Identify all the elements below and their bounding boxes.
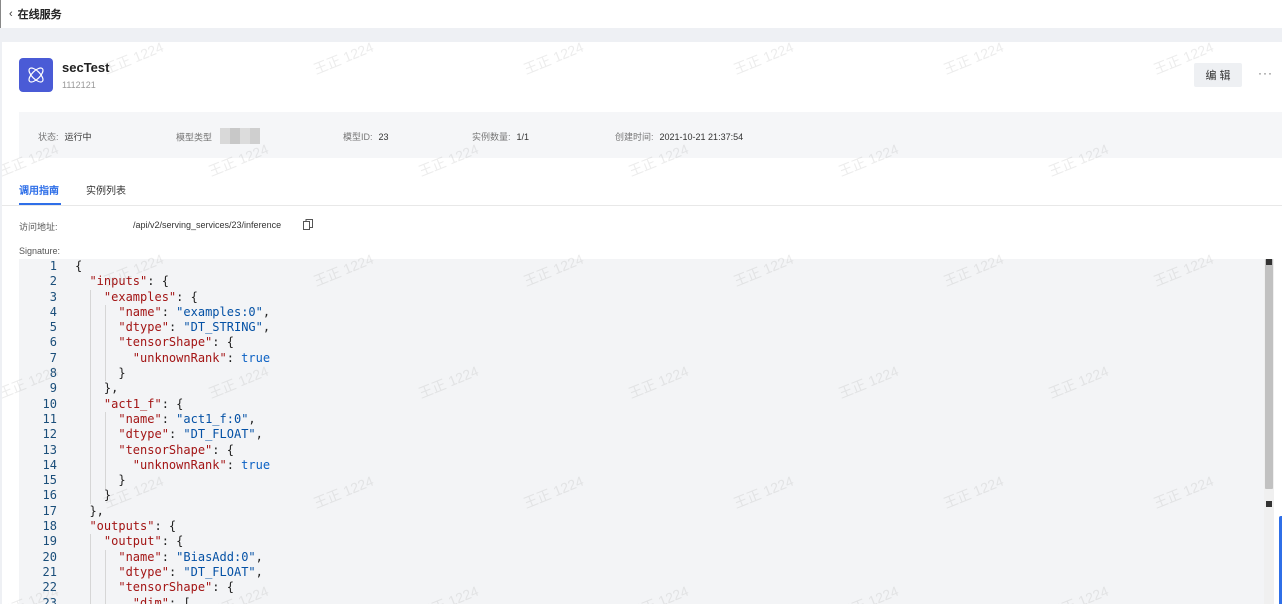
indent-guide <box>104 549 106 604</box>
line-number: 11 <box>42 411 57 426</box>
status-info: 状态: 运行中 <box>38 130 92 143</box>
line-number: 21 <box>42 564 57 579</box>
page-title: 在线服务 <box>17 9 62 21</box>
status-value: 运行中 <box>64 132 92 142</box>
back-icon[interactable]: ‹ <box>9 8 13 20</box>
code-line: "output": { <box>103 534 184 549</box>
line-number: 3 <box>49 289 57 304</box>
line-number: 16 <box>42 488 57 503</box>
more-icon[interactable]: ··· <box>1258 66 1273 80</box>
line-number: 8 <box>49 366 57 381</box>
status-label: 状态: <box>38 132 59 142</box>
model-type-label: 模型类型 <box>176 132 213 143</box>
line-number: 5 <box>49 320 57 335</box>
code-line: }, <box>75 381 119 396</box>
indent-guide <box>104 412 106 489</box>
line-number: 22 <box>42 580 57 595</box>
scrollbar-thumb[interactable] <box>1265 259 1273 489</box>
edit-button[interactable]: 编 辑 <box>1194 63 1242 87</box>
model-id-value: 23 <box>378 132 389 142</box>
signature-label: Signature: <box>19 246 61 256</box>
created-value: 2021-10-21 21:37:54 <box>659 132 744 142</box>
created-label: 创建时间: <box>615 132 654 142</box>
line-number: 14 <box>42 457 57 472</box>
address-label: 访问地址: <box>19 222 58 232</box>
line-number: 2 <box>49 274 57 289</box>
line-number: 19 <box>42 534 57 549</box>
model-type-info: 模型类型 <box>176 128 261 146</box>
model-id-label: 模型ID: <box>343 132 373 142</box>
code-line: "inputs": { <box>89 274 169 289</box>
line-number: 23 <box>42 595 57 604</box>
code-line: } <box>75 488 112 503</box>
line-number: 10 <box>42 396 57 411</box>
indent-guide <box>90 534 92 604</box>
redacted-value <box>220 128 261 144</box>
created-info: 创建时间: 2021-10-21 21:37:54 <box>615 130 743 143</box>
instances-value: 1/1 <box>516 132 530 142</box>
address-value: /api/v2/serving_services/23/inference <box>133 220 282 230</box>
code-lines: { "inputs": { "examples": { "name": "exa… <box>75 259 270 604</box>
code-line: { <box>75 259 83 273</box>
line-number: 6 <box>49 335 57 350</box>
line-number: 4 <box>49 304 57 319</box>
service-name: secTest <box>62 60 110 75</box>
line-number: 1 <box>49 259 57 273</box>
indent-guide <box>104 304 106 382</box>
code-line: "act1_f": { <box>103 396 184 411</box>
indent-guide <box>90 289 92 504</box>
scroll-down-arrow-icon[interactable] <box>1266 501 1272 507</box>
model-id-info: 模型ID: 23 <box>343 130 389 143</box>
line-number: 17 <box>42 503 57 518</box>
signature-code-viewer[interactable]: 1 2 3 4 5 6 7 8 9 10 11 12 13 14 15 16 17 18 19 20 21 22 23 { … <box>19 259 1274 604</box>
scroll-up-arrow-icon[interactable] <box>1266 259 1272 265</box>
line-number: 9 <box>49 381 57 396</box>
line-number: 7 <box>49 350 57 365</box>
line-number: 18 <box>42 519 57 534</box>
active-tab-indicator <box>19 203 61 205</box>
tab-bar: 调用指南 实例列表 <box>2 174 1282 206</box>
line-number: 15 <box>42 473 57 488</box>
service-logo-icon <box>19 58 53 92</box>
tab-usage-guide[interactable]: 调用指南 <box>19 182 59 197</box>
line-number: 12 <box>42 427 57 442</box>
service-info-bar: 状态: 运行中 模型类型 模型ID: 23 实例数量: 1/1 创建时间: 2021-1… <box>19 112 1282 158</box>
tab-instance-list[interactable]: 实例列表 <box>86 182 126 197</box>
instances-info: 实例数量: 1/1 <box>472 130 529 143</box>
code-line: }, <box>75 503 104 518</box>
code-line: "examples": { <box>103 289 198 304</box>
service-header: secTest 1112121 编 辑 ··· <box>2 42 1282 104</box>
top-bar: ‹ 在线服务 <box>0 0 1282 28</box>
line-number: 13 <box>42 442 57 457</box>
line-number-gutter: 1 2 3 4 5 6 7 8 9 10 11 12 13 14 15 16 17 18 19 20 21 22 23 <box>19 259 59 604</box>
code-line: "outputs": { <box>89 519 177 534</box>
line-number: 20 <box>42 549 57 564</box>
service-description: 1112121 <box>62 80 96 90</box>
service-detail-panel: secTest 1112121 编 辑 ··· 状态: 运行中 模型类型 模型ID… <box>2 42 1282 604</box>
instances-label: 实例数量: <box>472 132 511 142</box>
copy-icon[interactable] <box>303 219 313 230</box>
